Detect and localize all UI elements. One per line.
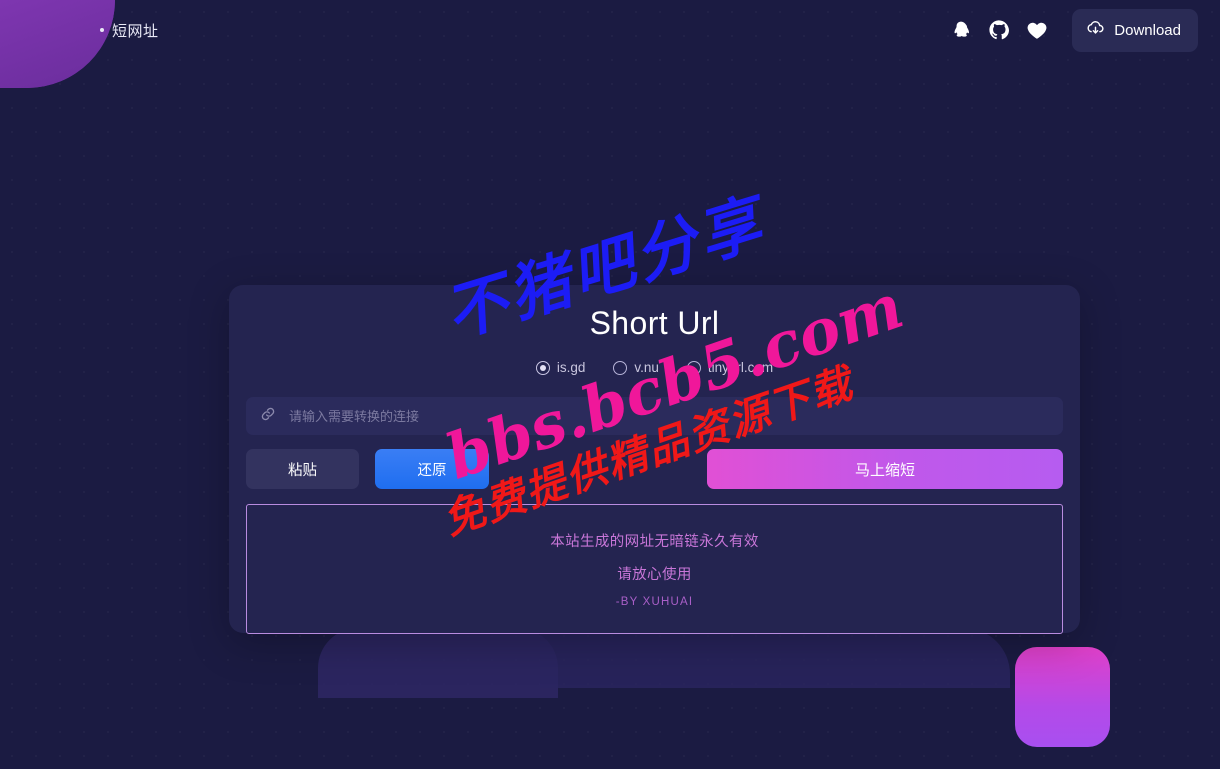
- radio-mark-icon: [686, 360, 701, 375]
- top-header-bar: 短网址 Download: [0, 0, 1220, 60]
- notice-line-1: 本站生成的网址无暗链永久有效: [550, 534, 759, 550]
- notice-signature: -BY XUHUAI: [615, 596, 694, 608]
- radio-option-tinyurl-com[interactable]: tinyurl.com: [686, 360, 774, 375]
- radio-mark-icon: [535, 360, 550, 375]
- radio-label: is.gd: [556, 360, 586, 375]
- decorative-bump-left: [318, 628, 558, 698]
- link-icon: [260, 406, 276, 427]
- paste-button[interactable]: 粘贴: [246, 449, 359, 489]
- brand-logo[interactable]: 短网址: [100, 20, 159, 41]
- short-url-card: Short Url is.gd v.nu tinyurl.com 粘贴 还原 马…: [229, 285, 1080, 634]
- notice-line-2: 请放心使用: [617, 567, 692, 583]
- heart-icon[interactable]: [1020, 13, 1054, 47]
- download-button-label: Download: [1114, 21, 1181, 39]
- cloud-download-icon: [1086, 19, 1105, 42]
- url-input[interactable]: [289, 397, 1049, 435]
- notice-box: 本站生成的网址无暗链永久有效 请放心使用 -BY XUHUAI: [246, 504, 1063, 634]
- action-button-row: 粘贴 还原 马上缩短: [246, 449, 1063, 489]
- qq-icon[interactable]: [944, 13, 978, 47]
- radio-option-v-nu[interactable]: v.nu: [613, 360, 659, 375]
- radio-mark-icon: [613, 360, 628, 375]
- radio-option-is-gd[interactable]: is.gd: [535, 360, 586, 375]
- decorative-gradient-square: [1015, 647, 1110, 747]
- service-radio-group: is.gd v.nu tinyurl.com: [229, 360, 1080, 375]
- brand-label: 短网址: [112, 22, 159, 40]
- radio-label: v.nu: [634, 360, 659, 375]
- page-title: Short Url: [589, 305, 720, 341]
- github-icon[interactable]: [982, 13, 1016, 47]
- radio-label: tinyurl.com: [707, 360, 774, 375]
- url-input-wrapper[interactable]: [246, 397, 1063, 435]
- decorative-bump-right: [540, 628, 1010, 688]
- restore-button[interactable]: 还原: [375, 449, 489, 489]
- download-button[interactable]: Download: [1072, 8, 1198, 52]
- shorten-button[interactable]: 马上缩短: [707, 449, 1063, 489]
- brand-bullet-icon: [100, 28, 104, 32]
